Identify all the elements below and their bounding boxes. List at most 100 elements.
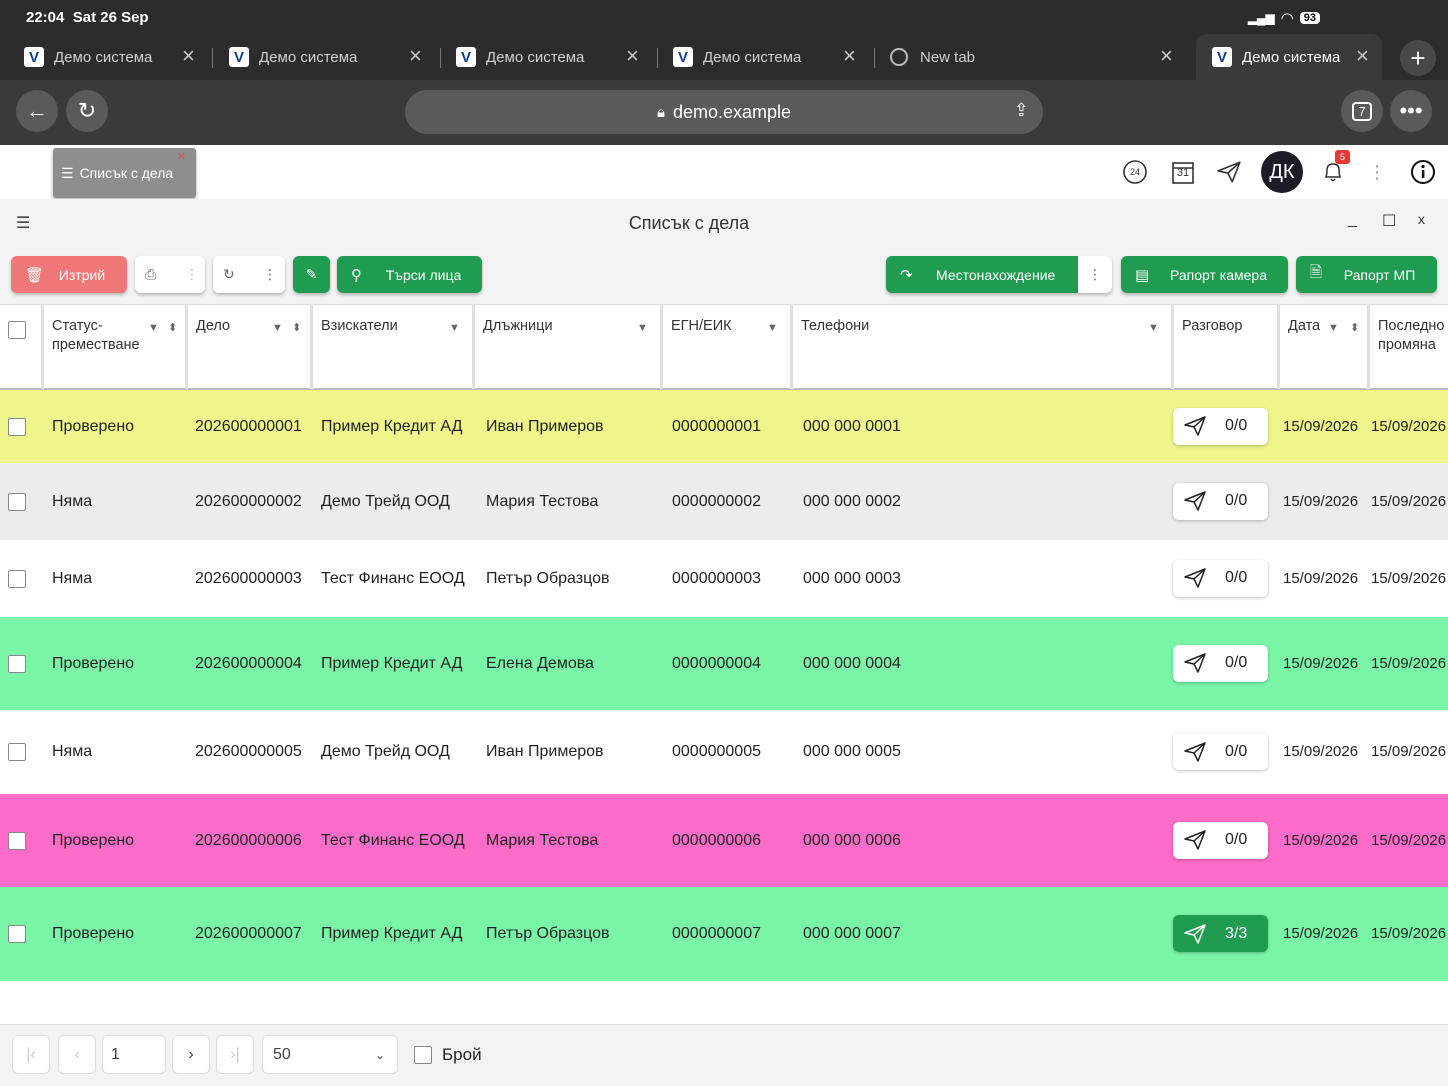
print-button[interactable]: ⎙ ⋮ [135,256,205,293]
column-creditors[interactable]: Взискатели ▼ [313,305,475,389]
close-tab-icon[interactable]: × [182,43,195,69]
close-chip-icon[interactable]: ✕ [177,150,186,163]
table-row[interactable]: Няма 202600000002 Демо Трейд ООД Мария Тест… [0,463,1448,540]
kebab-menu-icon[interactable]: ⋮ [1362,157,1392,187]
report-mp-button[interactable]: 🗎︎ Рапорт МП [1296,256,1437,293]
talk-button[interactable]: 3/3 [1173,915,1268,952]
talk-button[interactable]: 0/0 [1173,482,1268,520]
tab-switcher-button[interactable]: 7 [1341,90,1383,132]
table-row[interactable]: Проверено 202600000006 Тест Финанс ЕООД Мар… [0,794,1448,887]
table-row[interactable]: Проверено 202600000007 Пример Кредит АД Пет… [0,887,1448,981]
site-logo-icon: V [229,47,249,67]
cell-phone: 000 000 0006 [803,831,901,849]
maximize-icon[interactable]: ☐ [1382,211,1396,231]
select-all-checkbox[interactable] [8,321,26,339]
search-people-button[interactable]: ⚲ Търси лица [337,256,482,293]
more-options-button[interactable]: ••• [1390,90,1432,132]
back-button[interactable]: ← [16,90,58,132]
row-checkbox[interactable] [8,743,26,761]
filter-icon[interactable]: ▼ [1148,319,1159,338]
filter-icon[interactable]: ▼ [148,319,159,338]
browser-tab[interactable]: New tab × [890,34,1180,80]
table-row[interactable]: Проверено 202600000004 Пример Кредит АД Еле… [0,617,1448,710]
share-icon[interactable]: ⇪ [1014,100,1029,121]
refresh-button[interactable]: ↻ ⋮ [213,256,285,293]
delete-button[interactable]: 🗑︎ Изтрий [11,256,127,293]
sort-icon[interactable]: ⬍ [1350,319,1359,338]
open-window-chip[interactable]: ☰ Списък с дела ✕ [53,148,196,198]
new-tab-button[interactable]: + [1400,40,1436,76]
column-case[interactable]: Дело ▼ ⬍ [188,305,313,389]
browser-tab[interactable]: V Демо система × [24,34,204,80]
filter-icon[interactable]: ▼ [449,319,460,338]
column-egn[interactable]: ЕГН/ЕИК ▼ [663,305,793,389]
minimize-icon[interactable]: _ [1348,211,1357,229]
send-icon[interactable] [1214,157,1244,187]
prev-page-button[interactable]: ‹ [58,1035,96,1074]
close-tab-icon[interactable]: × [409,43,422,69]
cell-egn: 0000000004 [672,654,761,672]
close-tab-icon[interactable]: × [626,43,639,69]
column-debtors[interactable]: Длъжници ▼ [475,305,663,389]
table-row[interactable]: Няма 202600000005 Демо Трейд ООД Иван Приме… [0,710,1448,794]
redo-arrow-icon: ↷ [900,266,913,284]
talk-button[interactable]: 0/0 [1173,644,1268,682]
next-page-button[interactable]: › [172,1035,210,1074]
edit-button[interactable]: ✎ [293,256,330,293]
browser-tab[interactable]: V Демо система × [229,34,429,80]
count-checkbox[interactable] [414,1046,432,1064]
page-input[interactable]: 1 [102,1035,166,1074]
column-date[interactable]: Дата ▼ ⬍ [1280,305,1370,389]
talk-button[interactable]: 0/0 [1173,559,1268,597]
column-last-change[interactable]: Последно промяна [1370,305,1448,389]
clock-24-icon[interactable]: 24 [1120,157,1150,187]
filter-icon[interactable]: ▼ [1328,319,1339,338]
row-checkbox[interactable] [8,569,26,588]
sort-icon[interactable]: ⬍ [168,319,177,338]
report-camera-button[interactable]: ▤ Рапорт камера [1121,256,1288,293]
column-status[interactable]: Статус-преместване ▼ ⬍ [44,305,188,389]
calendar-icon[interactable]: 31 [1168,157,1198,187]
talk-button[interactable]: 0/0 [1173,821,1268,859]
cell-creditor: Пример Кредит АД [321,925,463,942]
browser-tab-active[interactable]: V Демо система × [1196,34,1382,80]
trash-icon: 🗑︎ [25,266,45,284]
first-page-button[interactable]: |‹ [12,1035,50,1074]
page-size-select[interactable]: 50 ⌄ [262,1035,398,1074]
filter-icon[interactable]: ▼ [272,319,283,338]
table-row[interactable]: Проверено 202600000001 Пример Кредит АД Ива… [0,390,1448,463]
browser-tab[interactable]: V Демо система × [456,34,646,80]
kebab-icon[interactable]: ⋮ [263,266,277,283]
filter-icon[interactable]: ▼ [767,319,778,338]
cell-debtor: Петър Образцов [486,569,610,587]
printer-icon: ⎙ [145,266,157,282]
last-page-button[interactable]: ›| [216,1035,254,1074]
filter-icon[interactable]: ▼ [637,319,648,338]
close-tab-icon[interactable]: × [1356,43,1369,69]
pagination-bar: |‹ ‹ 1 › ›| 50 ⌄ Брой [0,1024,1448,1086]
location-button[interactable]: ↷ Местонахождение ⋮ [886,256,1112,293]
close-window-icon[interactable]: x [1418,211,1425,227]
close-tab-icon[interactable]: × [843,43,856,69]
row-checkbox[interactable] [8,831,26,850]
reload-button[interactable]: ↻ [66,90,108,132]
chevron-down-icon: ⌄ [374,1047,385,1062]
close-tab-icon[interactable]: × [1160,43,1173,69]
talk-button[interactable]: 0/0 [1173,733,1268,770]
row-checkbox[interactable] [8,654,26,673]
kebab-icon[interactable]: ⋮ [185,266,199,283]
kebab-icon[interactable]: ⋮ [1078,256,1112,293]
cell-date: 15/09/2026 [1283,569,1359,587]
browser-tab[interactable]: V Демо система × [673,34,863,80]
info-icon[interactable] [1408,157,1438,187]
address-bar[interactable]: 🔒︎ demo.example ⇪ [405,90,1043,134]
row-checkbox[interactable] [8,417,26,436]
column-phones[interactable]: Телефони ▼ [793,305,1174,389]
table-row[interactable]: Няма 202600000003 Тест Финанс ЕООД Петър Об… [0,540,1448,617]
sort-icon[interactable]: ⬍ [292,319,301,338]
column-talk[interactable]: Разговор [1174,305,1280,389]
talk-button[interactable]: 0/0 [1173,407,1268,445]
row-checkbox[interactable] [8,925,26,943]
row-checkbox[interactable] [8,492,26,511]
avatar[interactable]: ДК [1261,151,1303,193]
